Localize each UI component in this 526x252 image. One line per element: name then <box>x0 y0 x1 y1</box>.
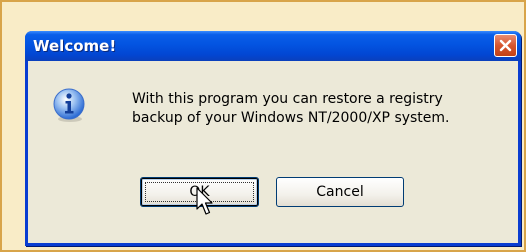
cancel-button-label: Cancel <box>316 184 364 200</box>
dialog-message: With this program you can restore a regi… <box>132 90 512 128</box>
message-line: backup of your Windows NT/2000/XP system… <box>132 110 450 126</box>
info-icon <box>53 88 85 122</box>
cancel-button[interactable]: Cancel <box>276 177 404 207</box>
dialog-title: Welcome! <box>33 37 117 55</box>
close-icon <box>499 39 512 52</box>
close-button[interactable] <box>494 34 517 57</box>
mouse-pointer-icon <box>196 187 213 215</box>
welcome-dialog: Welcome! With this program you can resto… <box>25 31 521 246</box>
message-line: With this program you can restore a regi… <box>132 91 443 107</box>
title-bar[interactable]: Welcome! <box>25 31 521 61</box>
